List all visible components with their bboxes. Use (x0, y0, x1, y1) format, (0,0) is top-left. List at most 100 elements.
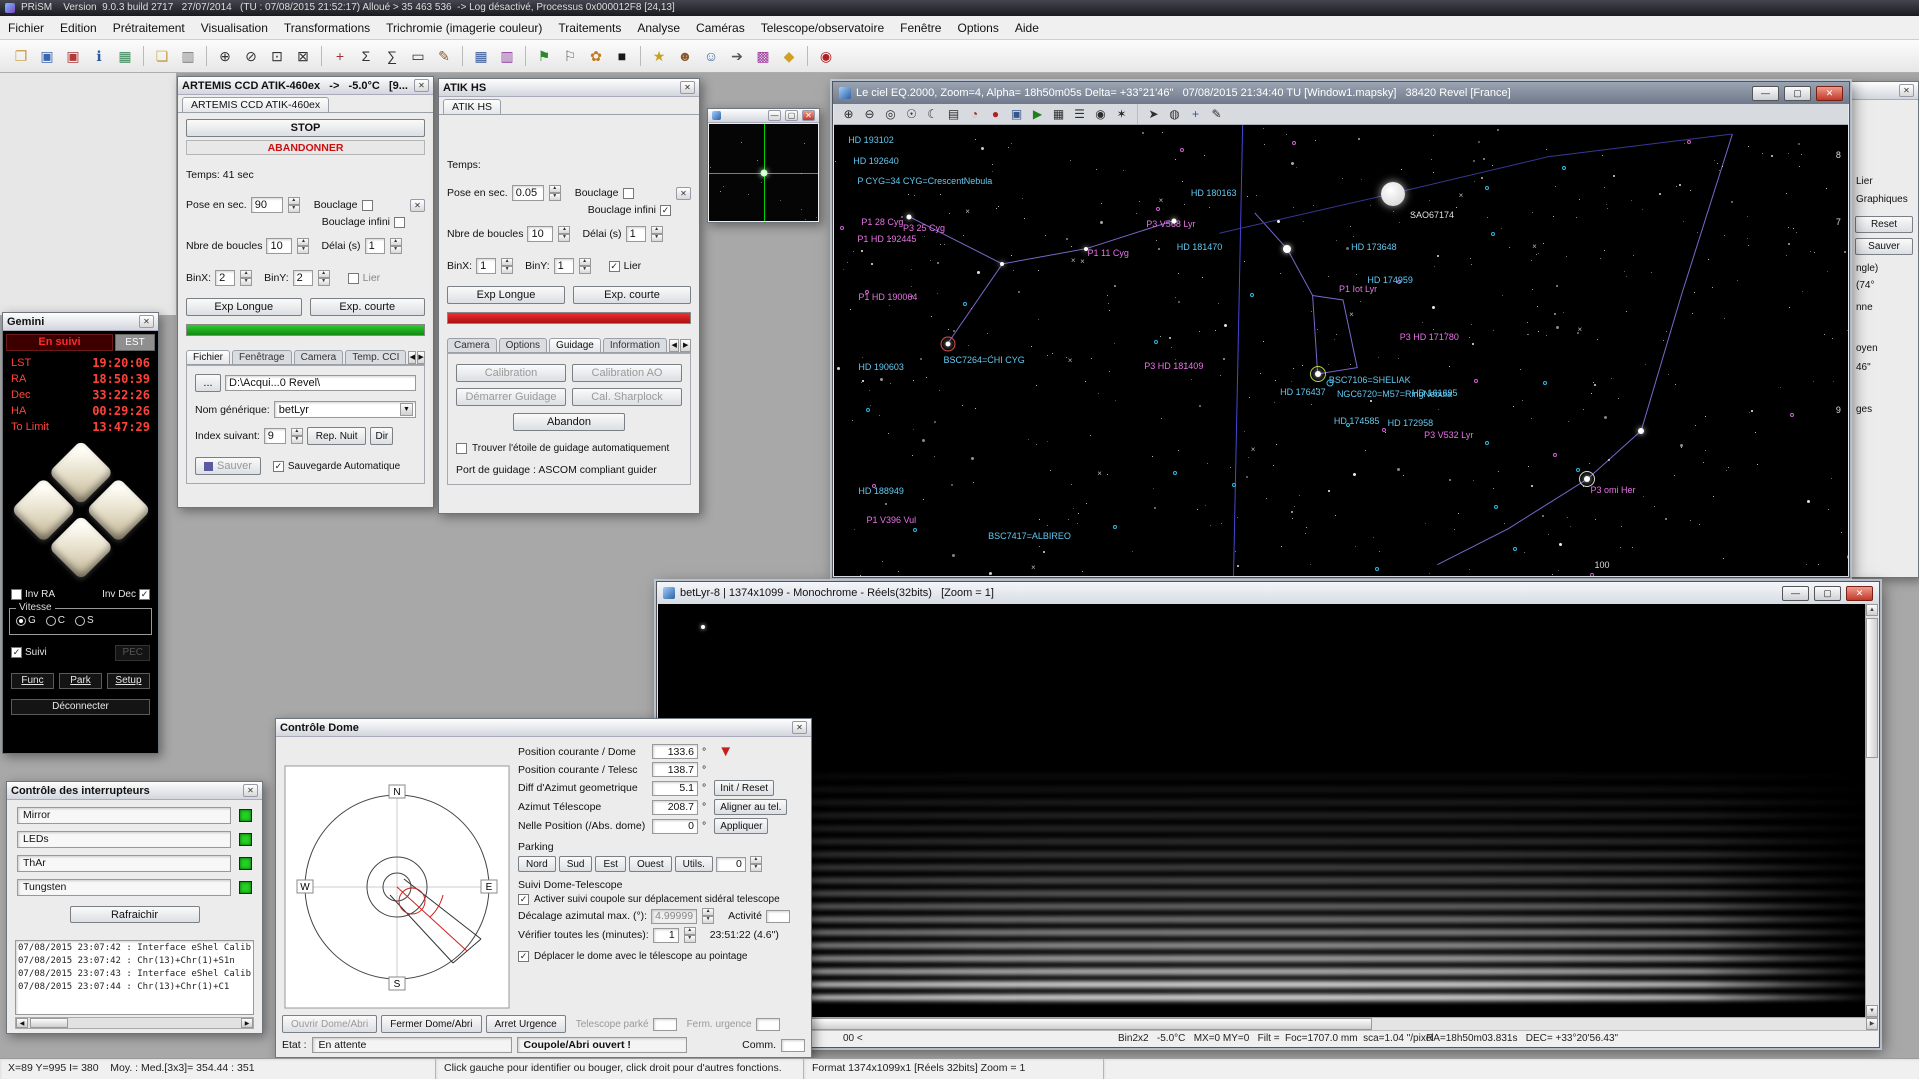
park-nord-button[interactable]: Nord (518, 856, 556, 872)
folder-browser-icon[interactable]: ❏ (150, 44, 174, 68)
skychart-minimize-button[interactable]: — (1752, 86, 1779, 101)
menu-cameras[interactable]: Caméras (688, 17, 753, 39)
calibration-button[interactable]: Calibration (456, 364, 566, 382)
tab-camera[interactable]: Camera (447, 338, 497, 352)
center-target-icon[interactable]: + (328, 44, 352, 68)
menu-traitements[interactable]: Traitements (550, 17, 629, 39)
tools-icon[interactable]: ◆ (777, 44, 801, 68)
image-maximize-button[interactable]: ▢ (1814, 586, 1841, 601)
atik-biny-spinner[interactable]: ▲▼ (579, 258, 591, 274)
reset-button[interactable]: Reset (1855, 216, 1913, 233)
atik-nbre-input[interactable]: 10 (527, 226, 553, 242)
park-ouest-button[interactable]: Ouest (629, 856, 672, 872)
atik-biny-input[interactable]: 1 (554, 258, 574, 274)
dome-field-value[interactable]: 133.6 (652, 744, 698, 759)
artemis-biny-spinner[interactable]: ▲▼ (318, 270, 330, 286)
artemis-tab[interactable]: ARTEMIS CCD ATIK-460ex (182, 97, 329, 112)
atik-binx-input[interactable]: 1 (476, 258, 496, 274)
info-icon[interactable]: ℹ (87, 44, 111, 68)
tab-guidage[interactable]: Guidage (549, 338, 601, 352)
cal-sharplock-button[interactable]: Cal. Sharplock (572, 388, 682, 406)
flag-marker-icon[interactable]: ⚑ (532, 44, 556, 68)
sauver-button[interactable]: Sauver (195, 457, 261, 475)
atik-lier-checkbox[interactable]: ✓ (609, 261, 620, 272)
park-azimuth-input[interactable]: 0 (716, 857, 746, 872)
find-guide-star-checkbox[interactable] (456, 443, 467, 454)
palette-icon[interactable]: ✿ (584, 44, 608, 68)
verifier-input[interactable]: 1 (653, 928, 679, 943)
skychart-close-button[interactable]: ✕ (1816, 86, 1843, 101)
artemis-bouclage-checkbox[interactable] (362, 200, 373, 211)
atik-tab[interactable]: ATIK HS (443, 99, 501, 114)
artemis-nbre-spinner[interactable]: ▲▼ (297, 238, 309, 254)
atik-pose-spinner[interactable]: ▲▼ (549, 185, 561, 201)
atik-nbre-spinner[interactable]: ▲▼ (558, 226, 570, 242)
park-sud-button[interactable]: Sud (559, 856, 593, 872)
artemis-close-icon[interactable]: ✕ (414, 79, 429, 92)
abandon-button[interactable]: Abandon (513, 413, 625, 431)
rafraichir-button[interactable]: Rafraichir (70, 906, 200, 923)
image-vertical-scrollbar[interactable]: ▲▼ (1865, 604, 1878, 1017)
interrupteurs-close-icon[interactable]: ✕ (243, 784, 258, 797)
switch-led-mirror[interactable] (239, 809, 252, 822)
arret-urgence-button[interactable]: Arret Urgence (486, 1015, 566, 1033)
dome-field-value[interactable]: 208.7 (652, 800, 698, 815)
image-close-button[interactable]: ✕ (1846, 586, 1873, 601)
autosave-checkbox[interactable]: ✓ (273, 461, 284, 472)
exit-door-icon[interactable]: ➔ (725, 44, 749, 68)
earth-globe-icon[interactable]: ☉ (902, 105, 921, 123)
park-button[interactable]: Park (59, 673, 102, 689)
park-est-button[interactable]: Est (595, 856, 625, 872)
aligner-au-tel-button[interactable]: Aligner au tel. (714, 799, 787, 815)
interrupteurs-titlebar[interactable]: Contrôle des interrupteurs✕ (7, 782, 262, 800)
save-icon[interactable]: ▣ (35, 44, 59, 68)
search-object-icon[interactable]: ◍ (1165, 105, 1184, 123)
power-icon[interactable]: ◉ (814, 44, 838, 68)
integration-sum-icon[interactable]: ∑ (380, 44, 404, 68)
artemis-titlebar[interactable]: ARTEMIS CCD ATIK-460ex -> -5.0°C [9...✕ (178, 77, 433, 95)
artemis-pose-input[interactable]: 90 (251, 197, 283, 213)
combo-dropdown-icon[interactable]: ▼ (400, 403, 413, 416)
artemis-exp-courte-button[interactable]: Exp. courte (310, 298, 426, 316)
switch-log[interactable]: 07/08/2015 23:07:42 : Interface eShel Ca… (15, 940, 254, 1015)
atik-exp-longue-button[interactable]: Exp Longue (447, 286, 565, 304)
dome-goto-icon[interactable]: ▼ (718, 745, 733, 759)
vitesse-radio-c[interactable] (46, 616, 56, 626)
menu-fenetre[interactable]: Fenêtre (892, 17, 949, 39)
guide-star-view[interactable] (709, 124, 818, 221)
browse-path-button[interactable]: ... (195, 374, 221, 392)
setup-button[interactable]: Setup (107, 673, 150, 689)
sauver-button[interactable]: Sauver (1855, 238, 1913, 255)
menu-options[interactable]: Options (949, 17, 1006, 39)
tabs-scroll-right-icon[interactable]: ▶ (680, 339, 691, 352)
dome-field-value[interactable]: 5.1 (652, 781, 698, 796)
disconnect-button[interactable]: Déconnecter (11, 699, 150, 715)
image-titlebar[interactable]: betLyr-8 | 1374x1099 - Monochrome - Réel… (657, 582, 1879, 604)
pointer-select-icon[interactable]: ➤ (1144, 105, 1163, 123)
tab-fenetrage[interactable]: Fenêtrage (232, 350, 292, 364)
duplicate-view-icon[interactable]: ▥ (176, 44, 200, 68)
vitesse-radio-g[interactable] (16, 616, 26, 626)
switch-led-leds[interactable] (239, 833, 252, 846)
atik-delai-input[interactable]: 1 (626, 226, 646, 242)
image-minimize-button[interactable]: — (1782, 586, 1809, 601)
right-panel-close-icon[interactable]: ✕ (1899, 84, 1914, 97)
atik-titlebar[interactable]: ATIK HS✕ (439, 79, 699, 97)
flag-secondary-icon[interactable]: ⚐ (558, 44, 582, 68)
save-as-icon[interactable]: ▣ (61, 44, 85, 68)
menu-pretraitement[interactable]: Prétraitement (105, 17, 193, 39)
gemini-titlebar[interactable]: Gemini✕ (3, 313, 158, 331)
ouvrir-dome-button[interactable]: Ouvrir Dome/Abri (282, 1015, 377, 1033)
artemis-lier-checkbox[interactable] (348, 273, 359, 284)
menu-fichier[interactable]: Fichier (0, 17, 52, 39)
menu-aide[interactable]: Aide (1007, 17, 1047, 39)
clock-realtime-icon[interactable]: ◔ (965, 105, 984, 123)
artemis-bouclage-infini-checkbox[interactable] (394, 217, 405, 228)
zoom-window-icon[interactable]: ⊡ (265, 44, 289, 68)
func-button[interactable]: Func (11, 673, 54, 689)
artemis-abort-label[interactable]: ABANDONNER (186, 140, 425, 155)
inv-dec-checkbox[interactable]: ✓ (139, 589, 150, 600)
field-of-view-icon[interactable]: ◉ (1091, 105, 1110, 123)
decalage-spinner[interactable]: ▲▼ (702, 908, 714, 924)
calibration-ao-button[interactable]: Calibration AO (572, 364, 682, 382)
